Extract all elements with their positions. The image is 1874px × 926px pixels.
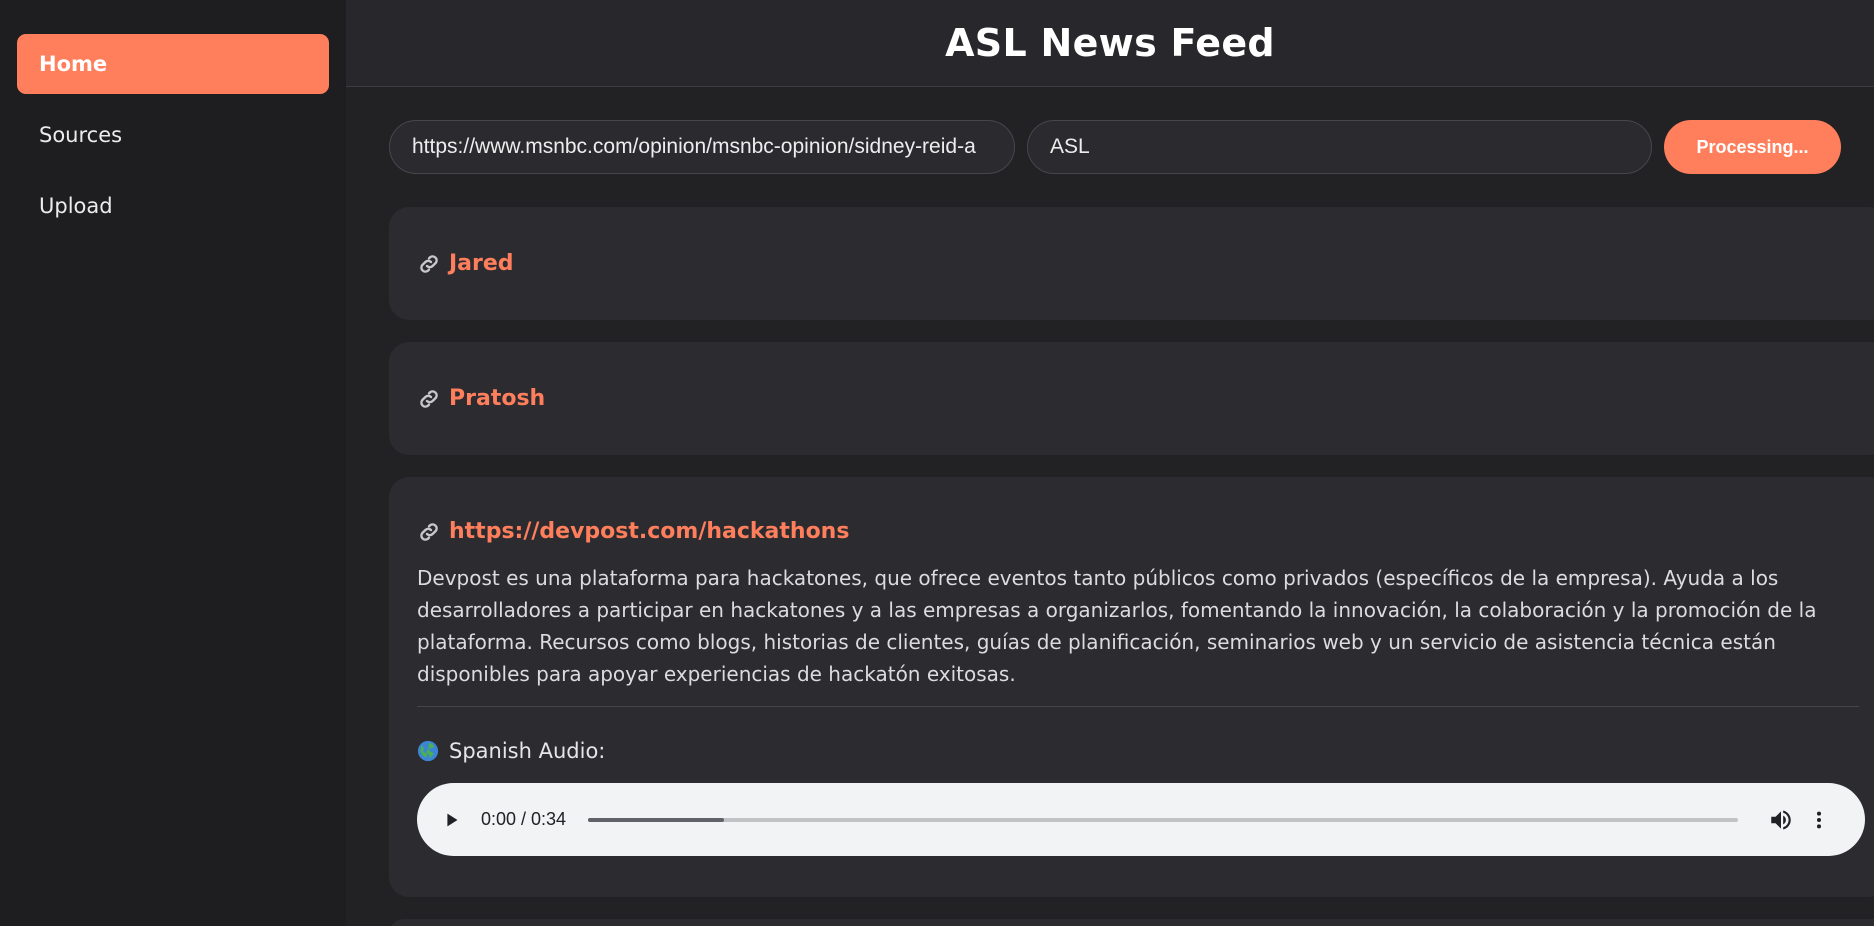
link-icon — [417, 387, 441, 411]
card-title: Jared — [417, 251, 514, 276]
feed-card: https://devpost.com/hackathons Devpost e… — [389, 477, 1874, 897]
sidebar-item-label: Sources — [39, 123, 123, 147]
sidebar-item-label: Home — [39, 52, 108, 76]
process-button[interactable]: Processing... — [1664, 120, 1841, 174]
news-feed: Jared Pratosh https://devpost.com/hackat… — [346, 174, 1874, 926]
sidebar-item-label: Upload — [39, 194, 113, 218]
app-window: Home Sources Upload ASL News Feed Proces… — [0, 0, 1874, 926]
globe-icon — [417, 740, 439, 762]
card-title: https://devpost.com/hackathons — [417, 519, 1861, 544]
audio-label-text: Spanish Audio: — [449, 739, 606, 763]
sidebar: Home Sources Upload — [0, 0, 346, 926]
card-title: Pratosh — [417, 386, 545, 411]
card-summary: Devpost es una plataforma para hackatone… — [417, 566, 1817, 686]
more-vertical-icon[interactable] — [1808, 807, 1830, 833]
page-header: ASL News Feed — [346, 0, 1874, 87]
sidebar-item-sources[interactable]: Sources — [17, 105, 329, 165]
card-link[interactable]: Pratosh — [449, 386, 545, 411]
link-icon — [417, 520, 441, 544]
sidebar-item-home[interactable]: Home — [17, 34, 329, 94]
play-icon[interactable] — [441, 809, 463, 831]
audio-progress-fill — [588, 817, 724, 822]
audio-label: Spanish Audio: — [417, 739, 1861, 763]
topic-input[interactable] — [1027, 120, 1652, 174]
audio-seek-bar[interactable] — [588, 817, 1739, 822]
url-input[interactable] — [389, 120, 1015, 174]
feed-card — [389, 919, 1874, 926]
audio-player[interactable]: 0:00 / 0:34 — [417, 783, 1865, 856]
link-icon — [417, 252, 441, 276]
divider — [417, 706, 1859, 707]
feed-card: Pratosh — [389, 342, 1874, 455]
controls-bar: Processing... — [346, 87, 1874, 174]
main-content: ASL News Feed Processing... Jared — [346, 0, 1874, 926]
audio-time: 0:00 / 0:34 — [481, 809, 567, 829]
volume-icon[interactable] — [1768, 807, 1794, 833]
sidebar-item-upload[interactable]: Upload — [17, 176, 329, 236]
card-link[interactable]: Jared — [449, 251, 514, 276]
page-title: ASL News Feed — [945, 21, 1275, 65]
card-link[interactable]: https://devpost.com/hackathons — [449, 519, 849, 544]
feed-card: Jared — [389, 207, 1874, 320]
